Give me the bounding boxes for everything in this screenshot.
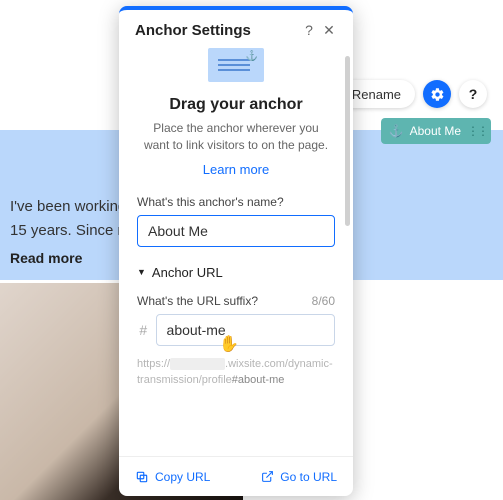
modal-heading: Drag your anchor — [137, 96, 335, 114]
toolbar-help-button[interactable]: ? — [459, 80, 487, 108]
copy-url-label: Copy URL — [155, 470, 210, 484]
modal-title: Anchor Settings — [135, 22, 299, 39]
goto-url-label: Go to URL — [280, 470, 337, 484]
char-count: 8/60 — [312, 294, 335, 308]
name-field-label: What's this anchor's name? — [137, 195, 335, 209]
gear-icon — [430, 87, 445, 102]
drag-handle-icon[interactable]: ⋮⋮ — [467, 124, 487, 138]
suffix-label-text: What's the URL suffix? — [137, 294, 258, 308]
section-label: Anchor URL — [152, 265, 223, 280]
modal-close-button[interactable]: ✕ — [319, 20, 339, 40]
modal-subtext: Place the anchor wherever you want to li… — [137, 120, 335, 154]
anchor-tag-label: About Me — [410, 124, 461, 138]
url-preview: https://xxxxxxxxxx.wixsite.com/dynamic-t… — [137, 356, 335, 389]
anchor-element-tag[interactable]: ⚓ About Me ⋮⋮ — [381, 118, 491, 144]
learn-more-link[interactable]: Learn more — [137, 162, 335, 177]
suffix-row: # ✋ — [137, 314, 335, 346]
read-more-link[interactable]: Read more — [10, 250, 82, 266]
url-protocol: https:// — [137, 358, 170, 370]
anchor-url-section-toggle[interactable]: ▼ Anchor URL — [137, 265, 335, 280]
anchor-icon: ⚓ — [389, 124, 404, 138]
hash-prefix: # — [137, 322, 150, 338]
settings-button[interactable] — [423, 80, 451, 108]
name-label-text: What's this anchor's name? — [137, 195, 284, 209]
url-blurred: xxxxxxxxxx — [170, 358, 225, 370]
modal-footer: Copy URL Go to URL — [119, 456, 353, 496]
chevron-down-icon: ▼ — [137, 267, 146, 277]
anchor-name-input[interactable] — [137, 215, 335, 247]
element-toolbar: Rename ? — [338, 80, 487, 108]
url-suffix-input[interactable] — [156, 314, 335, 346]
suffix-field-label: What's the URL suffix? 8/60 — [137, 294, 335, 308]
url-fragment: #about-me — [232, 374, 285, 386]
body-text: I've been working 15 years. Since m — [10, 195, 130, 243]
goto-url-button[interactable]: Go to URL — [261, 470, 337, 484]
scrollbar-thumb[interactable] — [345, 56, 350, 226]
anchor-illustration: ⚓ — [208, 48, 264, 82]
body-line-2: 15 years. Since m — [10, 222, 130, 239]
modal-header: Anchor Settings ? ✕ — [119, 10, 353, 48]
copy-icon — [135, 470, 149, 484]
anchor-illustration-icon: ⚓ — [246, 51, 258, 62]
modal-help-button[interactable]: ? — [299, 20, 319, 40]
body-line-1: I've been working — [10, 198, 126, 215]
modal-body: ⚓ Drag your anchor Place the anchor wher… — [119, 48, 353, 456]
anchor-settings-modal: Anchor Settings ? ✕ ⚓ Drag your anchor P… — [119, 6, 353, 496]
copy-url-button[interactable]: Copy URL — [135, 470, 210, 484]
external-link-icon — [261, 470, 274, 483]
